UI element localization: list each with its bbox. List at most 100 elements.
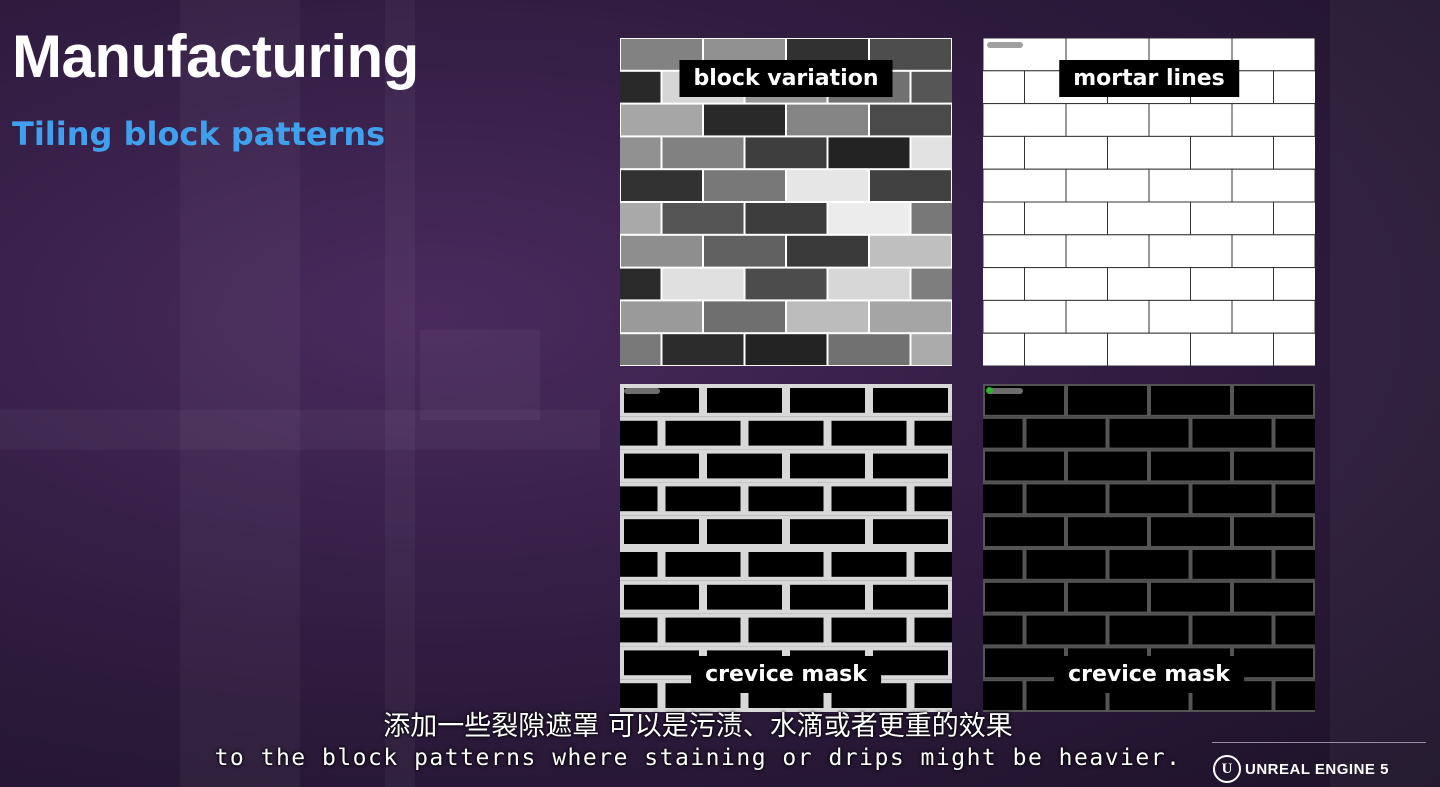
brick — [870, 104, 951, 136]
brick — [1231, 299, 1315, 334]
brick — [1273, 135, 1315, 170]
brick — [1148, 103, 1233, 137]
brick — [703, 580, 786, 614]
panel-label: crevice mask — [691, 656, 881, 693]
brick — [744, 482, 828, 516]
panel-label: mortar lines — [1059, 60, 1239, 97]
page-subtitle: Tiling block patterns — [12, 115, 386, 153]
brick — [828, 137, 910, 169]
brick — [704, 235, 785, 267]
brick — [869, 384, 952, 417]
brick — [1107, 482, 1191, 516]
brick — [704, 170, 785, 201]
brick — [1066, 515, 1149, 548]
brick — [620, 613, 662, 647]
brick — [1148, 299, 1233, 334]
brick — [1232, 449, 1315, 483]
brick — [1190, 135, 1274, 170]
panel-label: crevice mask — [1054, 656, 1244, 693]
brick — [1107, 416, 1191, 450]
brick — [983, 267, 1025, 301]
brick — [745, 137, 827, 169]
brick — [1065, 234, 1150, 269]
brick — [745, 334, 827, 365]
brick — [1273, 613, 1315, 647]
brick — [1273, 332, 1315, 366]
viewport-tag-icon — [986, 387, 1023, 394]
unreal-engine-logo: U UNREAL ENGINE 5 — [1213, 755, 1389, 783]
brick — [661, 613, 745, 647]
brick — [911, 203, 952, 234]
brick — [870, 235, 951, 267]
brick — [662, 203, 744, 234]
brick — [911, 137, 952, 169]
brick — [983, 201, 1025, 236]
brick — [911, 334, 952, 365]
brick — [620, 71, 661, 103]
brick — [911, 268, 952, 300]
brick — [620, 203, 661, 234]
brick — [1273, 548, 1315, 581]
brick — [661, 548, 745, 581]
brick — [1190, 201, 1274, 236]
brick — [787, 104, 868, 136]
brick — [870, 170, 951, 201]
brick — [1231, 168, 1315, 203]
brick — [983, 103, 1067, 137]
brick — [910, 613, 952, 647]
brick — [662, 334, 744, 365]
brick — [1024, 416, 1108, 450]
brick — [983, 449, 1066, 483]
brick — [1232, 580, 1315, 614]
brick — [983, 135, 1025, 170]
brick — [1149, 449, 1232, 483]
brick — [1148, 234, 1233, 269]
brick — [620, 137, 661, 169]
brick — [621, 301, 702, 333]
brick — [828, 203, 910, 234]
crevice-mask-panel-soft: crevice mask — [983, 384, 1315, 712]
brick — [703, 384, 786, 417]
brick — [1273, 267, 1315, 301]
unreal-engine-logo-icon: U — [1213, 755, 1241, 783]
brick — [1065, 299, 1150, 334]
logo-text: UNREAL ENGINE 5 — [1245, 760, 1389, 778]
brick — [1273, 201, 1315, 236]
brick — [621, 235, 702, 267]
brick — [1232, 515, 1315, 548]
brick — [620, 416, 662, 450]
brick — [620, 548, 662, 581]
brick — [983, 416, 1025, 450]
brick — [1231, 103, 1315, 137]
brick — [827, 482, 911, 516]
subtitle-caption-chinese: 添加一些裂隙遮罩 可以是污渍、水滴或者更重的效果 — [383, 711, 1013, 742]
brick — [1149, 515, 1232, 548]
brick — [1024, 548, 1108, 581]
brick — [1024, 613, 1108, 647]
brick — [1190, 267, 1274, 301]
brick — [744, 613, 828, 647]
viewport-tag-icon — [624, 388, 660, 394]
brick — [786, 580, 869, 614]
brick — [983, 332, 1025, 366]
brick — [703, 449, 786, 483]
brick — [620, 482, 662, 516]
brick — [910, 416, 952, 450]
brick — [1066, 384, 1149, 417]
brick — [983, 299, 1067, 334]
brick — [1190, 482, 1274, 516]
brick — [983, 580, 1066, 614]
brick — [787, 170, 868, 201]
brick — [910, 548, 952, 581]
brick — [621, 104, 702, 136]
brick — [1190, 548, 1274, 581]
brick — [1273, 416, 1315, 450]
brick — [787, 301, 868, 333]
brick — [1066, 449, 1149, 483]
brick — [828, 334, 910, 365]
brick — [1190, 416, 1274, 450]
brick — [786, 515, 869, 548]
brick — [1273, 70, 1315, 105]
brick — [620, 268, 661, 300]
brick — [1231, 234, 1315, 269]
